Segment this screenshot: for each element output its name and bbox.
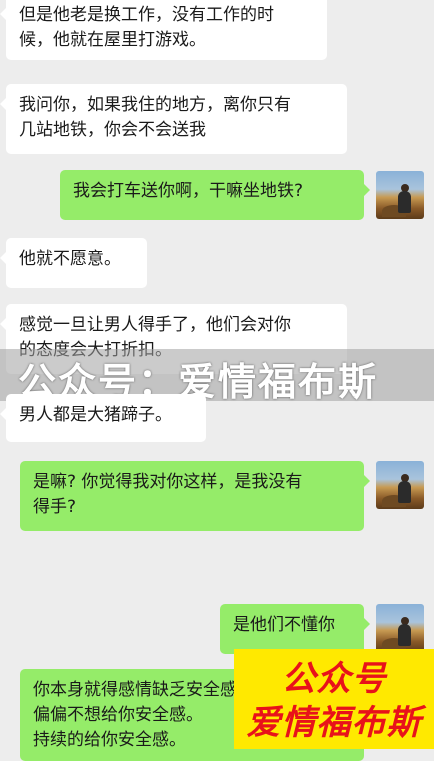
user-avatar-icon[interactable] [376, 171, 424, 219]
chat-bubble-received[interactable]: 男人都是大猪蹄子。 [0, 394, 206, 442]
watermark-logo-line2: 爱情福布斯 [246, 703, 422, 743]
chat-bubble-received[interactable]: 我问你，如果我住的地方，离你只有 几站地铁，你会不会送我 [0, 84, 347, 154]
watermark-logo-line1: 公众号 [281, 659, 387, 699]
chat-bubble-received[interactable]: 他就不愿意。 [0, 238, 147, 288]
user-avatar-icon[interactable] [376, 604, 424, 652]
chat-bubble-sent[interactable]: 是嘛? 你觉得我对你这样，是我没有 得手? [20, 461, 370, 531]
chat-bubble-received[interactable]: 但是他老是换工作，没有工作的时 候，他就在屋里打游戏。 [0, 0, 327, 60]
chat-bubble-sent[interactable]: 我会打车送你啊，干嘛坐地铁? [60, 170, 370, 220]
watermark-logo: 公众号 爱情福布斯 [234, 649, 434, 749]
user-avatar-icon[interactable] [376, 461, 424, 509]
chat-bubble-sent[interactable]: 是他们不懂你 [220, 604, 370, 654]
